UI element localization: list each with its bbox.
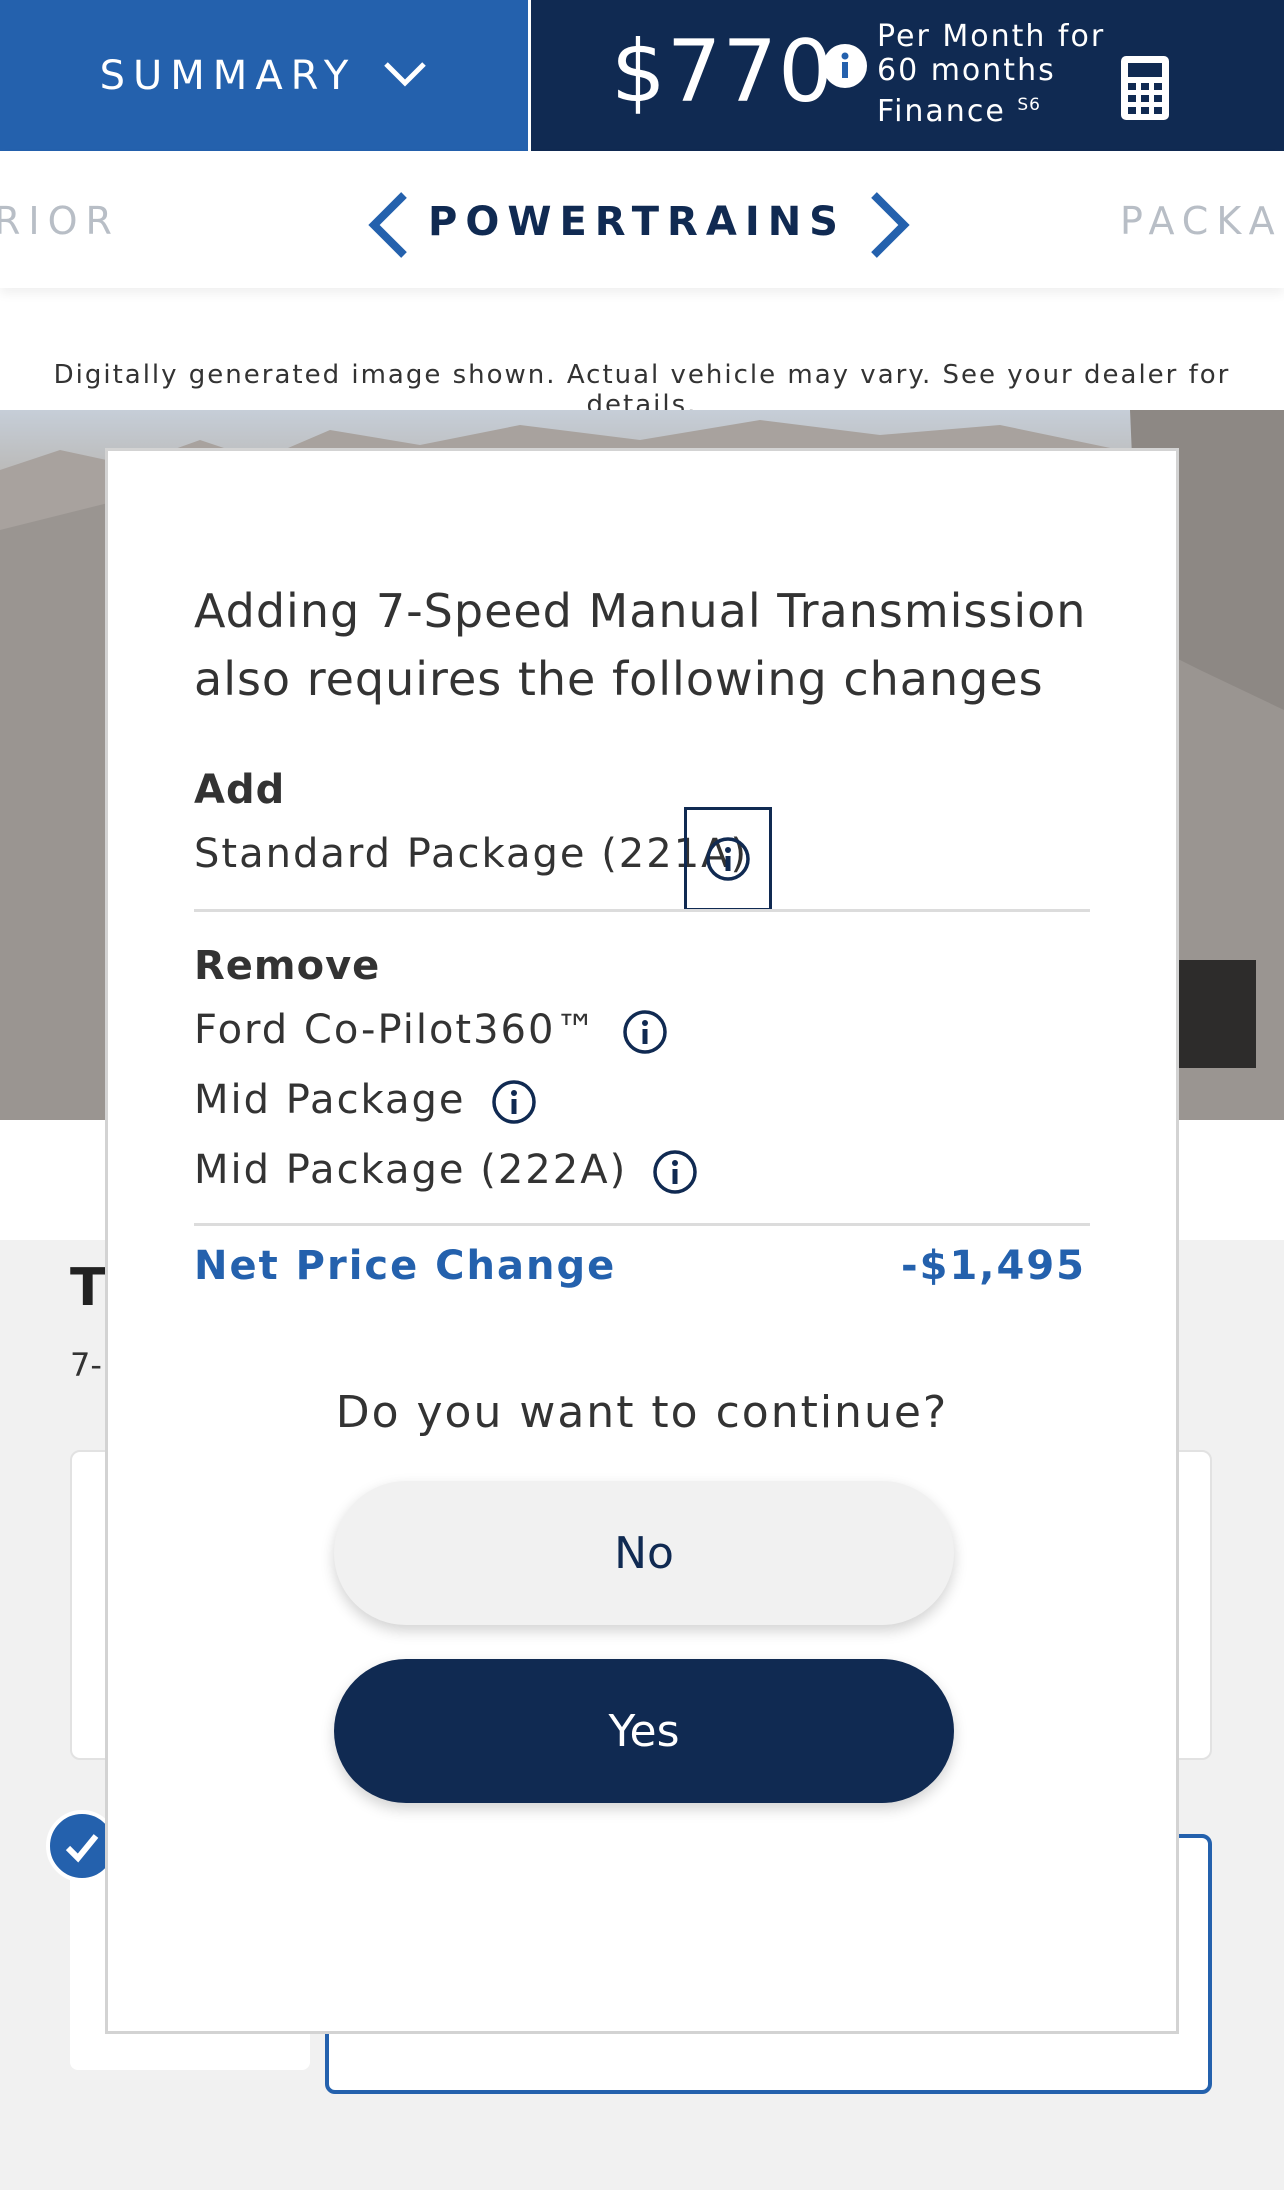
info-icon xyxy=(706,837,750,881)
net-price-value: -$1,495 xyxy=(901,1243,1086,1289)
net-price-label: Net Price Change xyxy=(194,1243,617,1289)
section-tab-prev[interactable]: RIOR xyxy=(0,199,120,243)
price-terms-line1: Per Month for xyxy=(877,19,1106,54)
continue-question: Do you want to continue? xyxy=(335,1387,949,1438)
monthly-price: $770 xyxy=(611,22,834,122)
yes-button[interactable]: Yes xyxy=(334,1659,954,1803)
calculator-icon[interactable] xyxy=(1119,54,1171,126)
top-bar: SUMMARY $770 Per Month for 60 months Fin… xyxy=(0,0,1284,151)
section-nav: RIOR POWERTRAINS PACKA xyxy=(0,151,1284,288)
add-item: Standard Package (221A) xyxy=(194,831,748,877)
info-icon[interactable] xyxy=(651,1148,697,1194)
price-terms-line2: 60 months xyxy=(877,53,1056,88)
add-item-label: Standard Package (221A) xyxy=(194,831,749,877)
remove-label: Remove xyxy=(194,943,381,989)
section-subtitle: 7- xyxy=(70,1346,102,1384)
remove-item-label: Ford Co-Pilot360™ xyxy=(194,1007,598,1053)
payment-summary: $770 Per Month for 60 months Finance S6 xyxy=(531,0,1284,151)
section-tab-current[interactable]: POWERTRAINS xyxy=(428,199,846,245)
remove-item: Mid Package (222A) xyxy=(194,1147,697,1194)
divider xyxy=(194,1223,1090,1226)
conflict-dialog: Adding 7-Speed Manual Transmission also … xyxy=(105,448,1179,2034)
add-label: Add xyxy=(194,767,286,813)
chevron-right-icon[interactable] xyxy=(868,191,912,263)
info-icon[interactable] xyxy=(823,44,867,88)
remove-item-label: Mid Package (222A) xyxy=(194,1147,628,1193)
remove-item: Ford Co-Pilot360™ xyxy=(194,1007,668,1054)
info-icon[interactable] xyxy=(490,1078,536,1124)
chevron-down-icon xyxy=(382,59,428,93)
price-terms: Per Month for 60 months Finance S6 xyxy=(877,20,1105,129)
no-button[interactable]: No xyxy=(334,1481,954,1625)
chevron-left-icon[interactable] xyxy=(366,191,410,263)
info-icon[interactable] xyxy=(621,1008,668,1054)
summary-toggle[interactable]: SUMMARY xyxy=(0,0,531,151)
info-button-focused[interactable] xyxy=(684,807,772,911)
price-footnote[interactable]: S6 xyxy=(1017,95,1041,115)
summary-label: SUMMARY xyxy=(99,52,357,99)
remove-item: Mid Package xyxy=(194,1077,536,1124)
section-tab-next[interactable]: PACKA xyxy=(1120,199,1283,243)
divider xyxy=(194,909,1090,912)
price-terms-line3: Finance xyxy=(877,94,1006,129)
section-title: T xyxy=(70,1258,106,1318)
dialog-title: Adding 7-Speed Manual Transmission also … xyxy=(194,584,1087,706)
remove-item-label: Mid Package xyxy=(194,1077,466,1123)
